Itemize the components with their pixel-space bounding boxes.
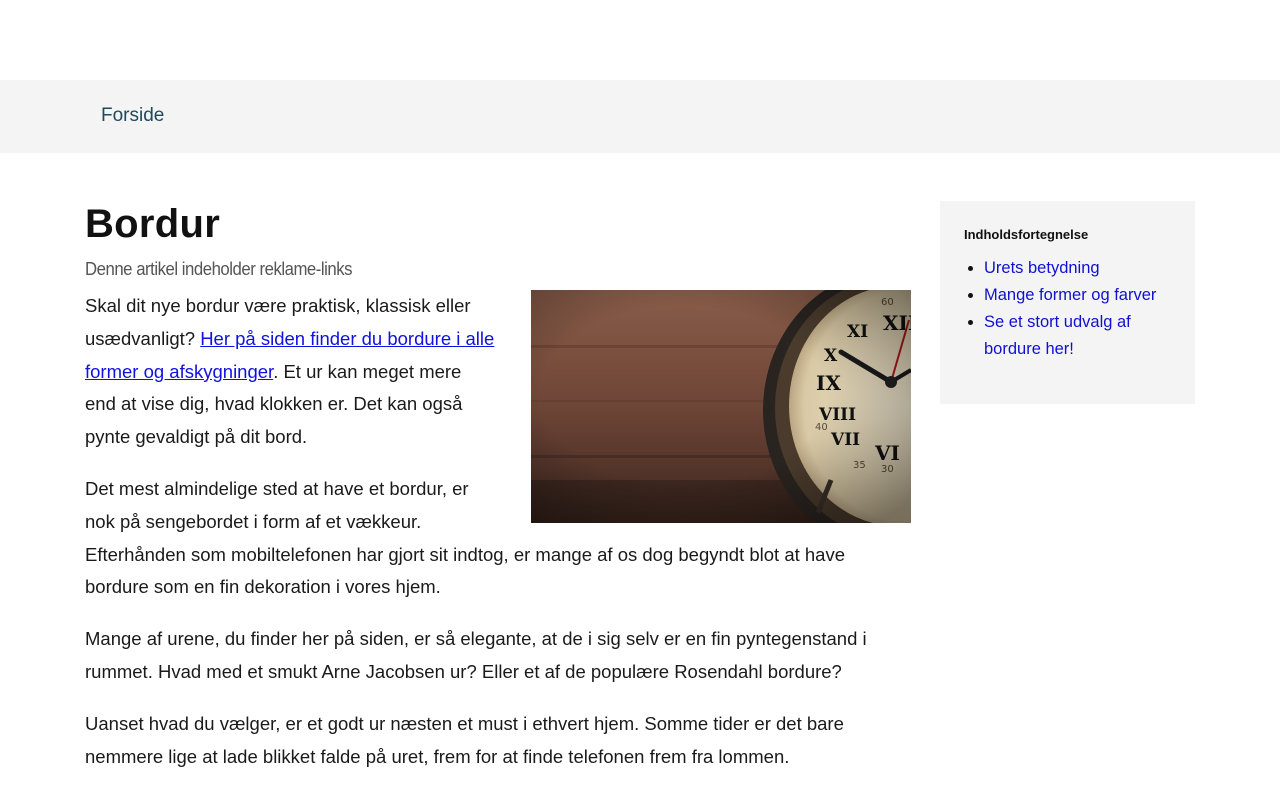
toc-item: Urets betydning (984, 255, 1171, 282)
nav-home-link[interactable]: Forside (101, 104, 164, 128)
toc-title: Indholdsfortegnelse (964, 227, 1089, 242)
site-header (0, 0, 1280, 80)
article-content: Bordur Denne artikel indeholder reklame-… (85, 200, 911, 792)
toc-list: Urets betydning Mange former og farver S… (964, 255, 1171, 363)
page-title: Bordur (85, 202, 221, 246)
ad-disclosure: Denne artikel indeholder reklame-links (85, 259, 353, 279)
alarm-clock-image: XII XI X IX VIII VII VI 60 35 30 40 (531, 290, 911, 523)
paragraph-4: Uanset hvad du vælger, er et godt ur næs… (85, 712, 844, 767)
article-body: XII XI X IX VIII VII VI 60 35 30 40 (85, 290, 911, 773)
toc-link-urets-betydning[interactable]: Urets betydning (984, 259, 1100, 277)
table-of-contents: Indholdsfortegnelse Urets betydning Mang… (940, 201, 1195, 404)
main-navigation: Forside (0, 80, 1280, 153)
toc-link-mange-former[interactable]: Mange former og farver (984, 286, 1156, 304)
toc-link-stort-udvalg[interactable]: Se et stort udvalg af bordure her! (984, 313, 1131, 358)
toc-item: Mange former og farver (984, 282, 1171, 309)
toc-item: Se et stort udvalg af bordure her! (984, 309, 1171, 363)
paragraph-3: Mange af urene, du finder her på siden, … (85, 628, 867, 682)
